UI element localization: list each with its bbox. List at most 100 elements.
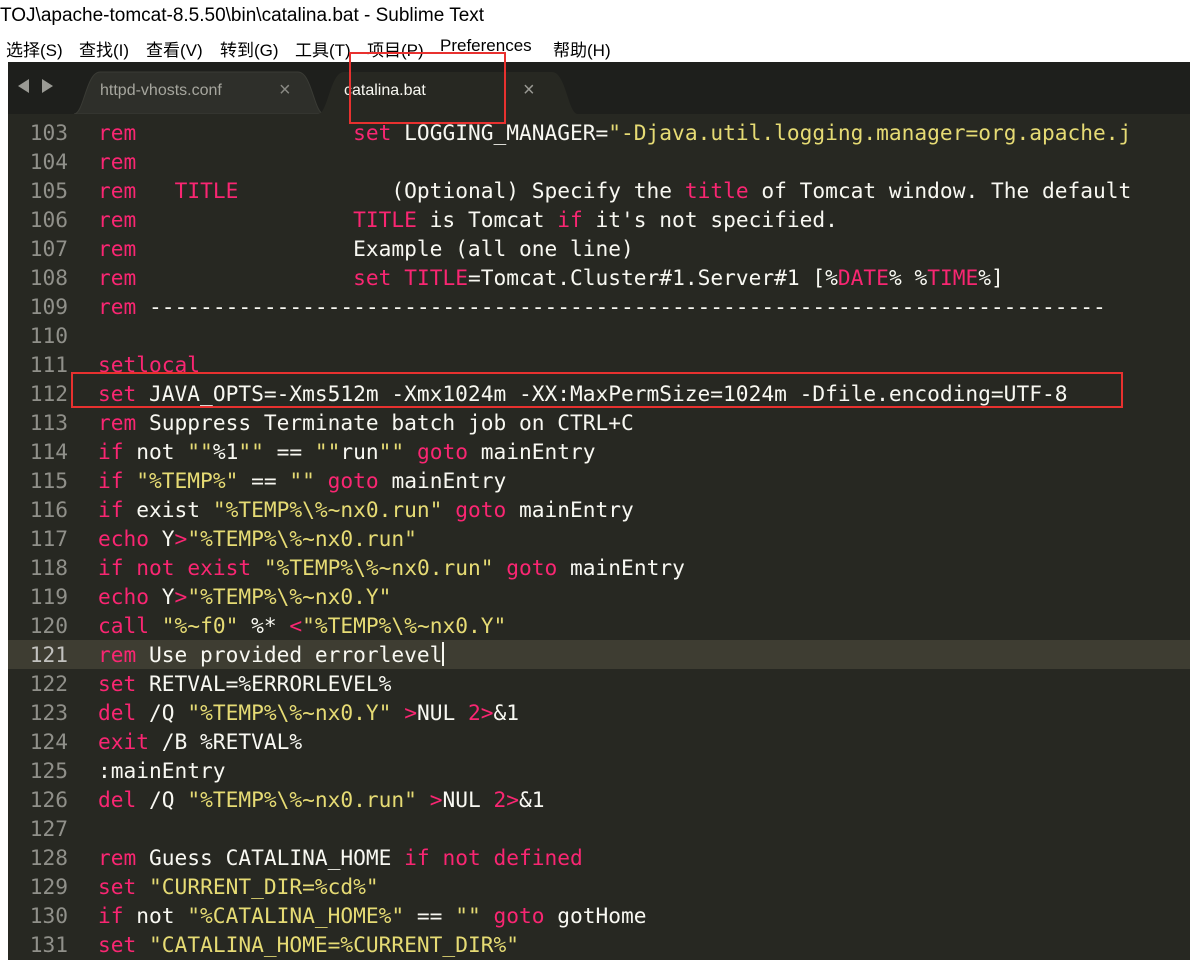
- code-line[interactable]: 119 echo Y>"%TEMP%\%~nx0.Y": [8, 582, 1190, 611]
- line-number: 112: [29, 381, 68, 406]
- code-line[interactable]: 118 if not exist "%TEMP%\%~nx0.run" goto …: [8, 553, 1190, 582]
- code-token: Example (all one line): [136, 236, 634, 261]
- code-line[interactable]: 103 rem set LOGGING_MANAGER="-Djava.util.…: [8, 118, 1190, 147]
- code-token: "%~f0": [161, 613, 239, 638]
- tab-close-icon[interactable]: ×: [279, 80, 291, 100]
- code-line[interactable]: 121 rem Use provided errorlevel: [8, 640, 1190, 669]
- code-line[interactable]: 104 rem: [8, 147, 1190, 176]
- code-line[interactable]: 113 rem Suppress Terminate batch job on C…: [8, 408, 1190, 437]
- code-line[interactable]: 125:mainEntry: [8, 756, 1190, 785]
- code-token: mainEntry: [378, 468, 507, 493]
- code-token: "%TEMP%\%~nx0.run": [187, 526, 417, 551]
- code-area[interactable]: 103 rem set LOGGING_MANAGER="-Djava.util.…: [8, 114, 1190, 960]
- code-token: 2>: [467, 700, 494, 725]
- line-code: rem TITLE (Optional) Specify the title o…: [98, 176, 1131, 205]
- line-number: 106: [29, 207, 68, 232]
- code-token: JAVA_OPTS=-Xms512m -Xmx1024m -XX:MaxPerm…: [136, 381, 1068, 406]
- code-line[interactable]: 131 set "CATALINA_HOME=%CURRENT_DIR%": [8, 930, 1190, 959]
- line-code: exit /B %RETVAL%: [98, 727, 302, 756]
- tab-scroll-left-icon[interactable]: [18, 79, 29, 93]
- line-number: 127: [29, 816, 68, 841]
- line-number: 126: [29, 787, 68, 812]
- code-token: =Tomcat.Cluster#1.Server#1 [%: [467, 265, 838, 290]
- tab-httpd-vhosts[interactable]: httpd-vhosts.conf ×: [74, 70, 324, 114]
- code-line[interactable]: 123 del /Q "%TEMP%\%~nx0.Y" >NUL 2>&1: [8, 698, 1190, 727]
- code-token: "%TEMP%\%~nx0.Y": [187, 584, 392, 609]
- code-token: if: [98, 903, 124, 928]
- code-token: rem: [98, 178, 137, 203]
- tab-close-icon[interactable]: ×: [523, 80, 535, 100]
- code-line[interactable]: 106 rem TITLE is Tomcat if it's not speci…: [8, 205, 1190, 234]
- code-token: run: [340, 439, 379, 464]
- code-token: set: [98, 932, 137, 957]
- line-number: 110: [29, 323, 68, 348]
- code-line[interactable]: 114 if not ""%1"" == ""run"" goto mainEnt…: [8, 437, 1190, 466]
- code-token: TITLE: [353, 207, 417, 232]
- code-line[interactable]: 108 rem set TITLE=Tomcat.Cluster#1.Server…: [8, 263, 1190, 292]
- code-line[interactable]: 116 if exist "%TEMP%\%~nx0.run" goto main…: [8, 495, 1190, 524]
- code-token: if: [98, 497, 124, 522]
- code-token: /Q: [136, 787, 188, 812]
- code-line[interactable]: 129 set "CURRENT_DIR=%cd%": [8, 872, 1190, 901]
- line-number: 121: [29, 642, 68, 667]
- code-line[interactable]: 117 echo Y>"%TEMP%\%~nx0.run": [8, 524, 1190, 553]
- code-line[interactable]: 112 set JAVA_OPTS=-Xms512m -Xmx1024m -XX:…: [8, 379, 1190, 408]
- code-token: goto: [327, 468, 379, 493]
- line-code: del /Q "%TEMP%\%~nx0.Y" >NUL 2>&1: [98, 698, 519, 727]
- menu-tools[interactable]: 工具(T): [295, 36, 351, 61]
- code-token: "": [187, 439, 213, 464]
- code-token: rem: [98, 845, 137, 870]
- code-line[interactable]: 107 rem Example (all one line): [8, 234, 1190, 263]
- code-token: ==: [404, 903, 456, 928]
- tab-catalina-bat[interactable]: catalina.bat ×: [318, 70, 578, 114]
- menu-select[interactable]: 选择(S): [6, 36, 63, 61]
- code-token: ==: [238, 468, 290, 493]
- line-number: 116: [29, 497, 68, 522]
- line-code: echo Y>"%TEMP%\%~nx0.run": [98, 524, 417, 553]
- code-token: "%TEMP%\%~nx0.Y": [187, 700, 392, 725]
- menu-view[interactable]: 查看(V): [146, 36, 203, 61]
- code-line[interactable]: 130 if not "%CATALINA_HOME%" == "" goto g…: [8, 901, 1190, 930]
- menu-goto[interactable]: 转到(G): [220, 36, 279, 61]
- tab-scroll-right-icon[interactable]: [42, 79, 53, 93]
- code-line[interactable]: 109 rem ---------------------------------…: [8, 292, 1190, 321]
- code-token: "%CATALINA_HOME%": [187, 903, 405, 928]
- window-titlebar: TOJ\apache-tomcat-8.5.50\bin\catalina.ba…: [0, 0, 1190, 32]
- code-token: mainEntry: [506, 497, 634, 522]
- code-line[interactable]: 126 del /Q "%TEMP%\%~nx0.run" >NUL 2>&1: [8, 785, 1190, 814]
- menu-help[interactable]: 帮助(H): [553, 36, 611, 61]
- code-line[interactable]: 128 rem Guess CATALINA_HOME if not define…: [8, 843, 1190, 872]
- line-number: 129: [29, 874, 68, 899]
- code-token: RETVAL=%ERRORLEVEL%: [136, 671, 392, 696]
- code-token: % %: [888, 265, 928, 290]
- menu-project[interactable]: 项目(P): [367, 36, 424, 61]
- line-code: rem set TITLE=Tomcat.Cluster#1.Server#1 …: [98, 263, 1004, 292]
- line-number: 123: [29, 700, 68, 725]
- line-code: set JAVA_OPTS=-Xms512m -Xmx1024m -XX:Max…: [98, 379, 1067, 408]
- menu-find[interactable]: 查找(I): [79, 36, 129, 61]
- line-code: rem Suppress Terminate batch job on CTRL…: [98, 408, 634, 437]
- code-token: exist: [123, 497, 213, 522]
- code-line[interactable]: 120 call "%~f0" %* <"%TEMP%\%~nx0.Y": [8, 611, 1190, 640]
- code-line[interactable]: 122 set RETVAL=%ERRORLEVEL%: [8, 669, 1190, 698]
- code-token: "CURRENT_DIR=%cd%": [149, 874, 379, 899]
- code-line[interactable]: 105 rem TITLE (Optional) Specify the titl…: [8, 176, 1190, 205]
- menu-preferences[interactable]: Preferences: [440, 36, 532, 56]
- code-token: "": [378, 439, 405, 464]
- code-token: Y: [149, 584, 175, 609]
- code-line[interactable]: 115 if "%TEMP%" == "" goto mainEntry: [8, 466, 1190, 495]
- code-line[interactable]: 110: [8, 321, 1190, 350]
- line-number: 115: [29, 468, 68, 493]
- code-token: if: [98, 439, 124, 464]
- code-line[interactable]: 124 exit /B %RETVAL%: [8, 727, 1190, 756]
- tab-bar: httpd-vhosts.conf × catalina.bat ×: [8, 62, 1190, 114]
- code-line[interactable]: 127: [8, 814, 1190, 843]
- code-token: &1: [493, 700, 520, 725]
- code-token: if: [557, 207, 583, 232]
- code-token: >: [404, 700, 417, 725]
- line-code: set "CURRENT_DIR=%cd%": [98, 872, 379, 901]
- code-line[interactable]: 111 setlocal: [8, 350, 1190, 379]
